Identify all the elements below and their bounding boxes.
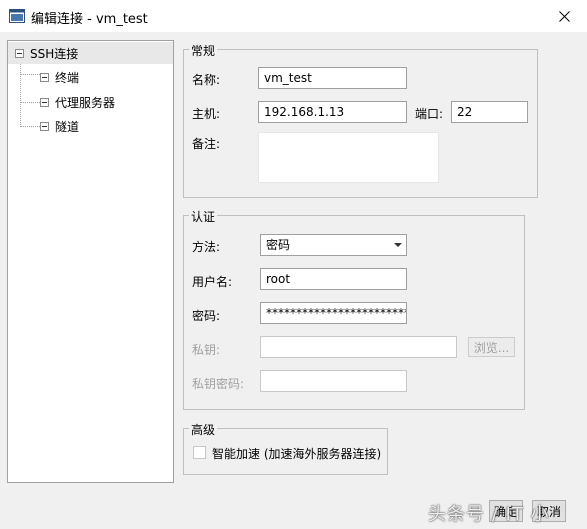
group-legend: 高级 xyxy=(189,421,218,438)
collapse-icon[interactable] xyxy=(15,48,24,58)
window-title: 编辑连接 - vm_test xyxy=(31,12,148,27)
key-password-field[interactable] xyxy=(260,370,407,392)
password-field[interactable]: ************************ xyxy=(260,302,407,324)
collapse-icon[interactable] xyxy=(40,97,49,107)
method-value: 密码 xyxy=(266,238,291,252)
note-field[interactable] xyxy=(258,132,439,183)
tree-item-terminal[interactable]: 终端 xyxy=(8,66,173,88)
tree-item-label: SSH连接 xyxy=(30,46,79,61)
title-bar[interactable]: 编辑连接 - vm_test xyxy=(0,0,587,32)
private-key-field[interactable] xyxy=(260,336,457,358)
tree-item-label: 终端 xyxy=(55,70,80,85)
group-legend: 常规 xyxy=(189,42,218,59)
host-field[interactable]: 192.168.1.13 xyxy=(258,101,407,123)
note-label: 备注: xyxy=(192,137,221,151)
tree-item-tunnel[interactable]: 隧道 xyxy=(8,115,173,137)
chevron-down-icon xyxy=(394,243,402,247)
tree-item-proxy[interactable]: 代理服务器 xyxy=(8,91,173,113)
browse-button[interactable]: 浏览... xyxy=(468,337,515,357)
tree-item-ssh[interactable]: SSH连接 xyxy=(8,42,173,64)
port-field[interactable]: 22 xyxy=(451,101,528,123)
method-label: 方法: xyxy=(192,240,221,254)
collapse-icon[interactable] xyxy=(40,121,49,131)
accelerate-checkbox[interactable] xyxy=(193,446,206,459)
close-icon xyxy=(558,10,570,22)
accelerate-label[interactable]: 智能加速 (加速海外服务器连接) xyxy=(212,445,381,462)
port-label: 端口: xyxy=(415,107,444,121)
username-field[interactable]: root xyxy=(260,268,407,290)
close-button[interactable] xyxy=(541,0,587,32)
name-field[interactable]: vm_test xyxy=(258,67,407,89)
name-label: 名称: xyxy=(192,73,221,87)
username-label: 用户名: xyxy=(192,275,233,289)
key-password-label: 私钥密码: xyxy=(192,377,245,391)
tree-item-label: 代理服务器 xyxy=(55,95,116,110)
password-label: 密码: xyxy=(192,309,221,323)
terminal-window-icon xyxy=(9,9,25,23)
collapse-icon[interactable] xyxy=(40,72,49,82)
host-label: 主机: xyxy=(192,107,221,121)
method-select[interactable]: 密码 xyxy=(260,234,407,256)
settings-tree[interactable]: SSH连接 终端 代理服务器 隧道 xyxy=(7,40,174,483)
private-key-label: 私钥: xyxy=(192,343,221,357)
group-legend: 认证 xyxy=(189,208,218,225)
tree-item-label: 隧道 xyxy=(55,119,80,134)
watermark: 头条号 / IT 小 xyxy=(428,504,550,525)
